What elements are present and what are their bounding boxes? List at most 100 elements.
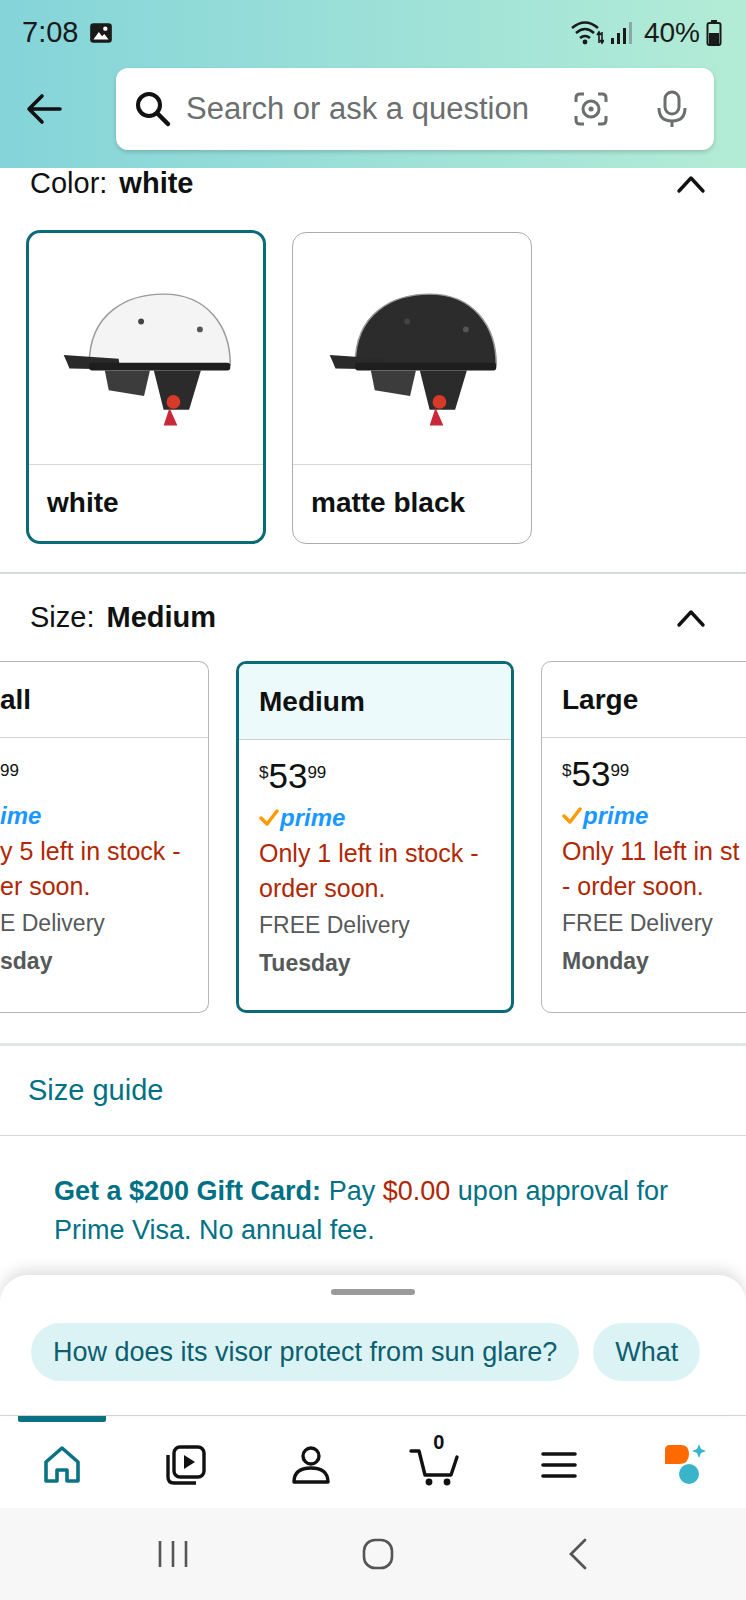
status-bar: 7:08 40% (0, 0, 746, 66)
nav-item[interactable]: 0 (373, 1416, 497, 1508)
size-option-header: Large (542, 662, 746, 738)
status-right: 40% (570, 12, 722, 54)
color-option-label: white (29, 465, 263, 541)
size-option-body: 99 imey 5 left in stock -er soon.E Delive… (0, 738, 208, 1000)
menu-icon[interactable] (539, 1445, 579, 1485)
prime-badge: prime (562, 798, 746, 834)
search-row (0, 66, 746, 150)
nav-item[interactable] (497, 1416, 621, 1508)
color-option-name: white (47, 482, 119, 524)
delivery-note: E Delivery (0, 904, 196, 942)
color-option[interactable]: matte black (292, 232, 532, 544)
color-label: Color:white (30, 168, 193, 206)
size-option-name: Large (562, 679, 638, 721)
helmet-image (293, 233, 531, 465)
back-arrow-icon[interactable] (24, 89, 64, 129)
color-option-label: matte black (293, 465, 531, 541)
promo-amount: $0.00 (383, 1176, 451, 1206)
nav-item[interactable] (124, 1416, 248, 1508)
price: 99 (0, 754, 196, 798)
size-selected-value: Medium (106, 596, 216, 640)
search-input[interactable] (186, 86, 552, 133)
microphone-icon[interactable] (652, 89, 692, 129)
nav-item[interactable] (0, 1416, 124, 1508)
size-option-body: $5399primeOnly 11 left in st- order soon… (542, 738, 746, 1000)
promo-pre: Pay (329, 1176, 376, 1206)
delivery-day: Tuesday (259, 944, 491, 982)
account-icon[interactable] (289, 1443, 333, 1487)
stock-note: Only 1 left in stock - (259, 836, 491, 871)
prime-text: prime (583, 798, 648, 834)
color-option-name: matte black (311, 482, 465, 524)
price-fraction: 99 (610, 758, 629, 784)
sheet-handle[interactable] (331, 1289, 415, 1295)
nav-indicator (515, 1416, 603, 1422)
color-selected-value: white (119, 168, 193, 206)
size-option[interactable]: Medium$5399primeOnly 1 left in stock -or… (236, 661, 514, 1013)
chevron-icon[interactable] (676, 608, 706, 628)
chevron-icon[interactable] (676, 174, 706, 194)
price-fraction: 99 (0, 758, 19, 784)
size-guide-row: Size guide (0, 1046, 746, 1136)
nav-item[interactable] (622, 1416, 746, 1508)
size-label-text: Size: (30, 596, 94, 640)
delivery-note: FREE Delivery (259, 906, 491, 944)
cart-count: 0 (433, 1432, 444, 1452)
suggestion-chip[interactable]: What (593, 1323, 700, 1381)
promo[interactable]: Get a $200 Gift Card:Pay$0.00upon approv… (0, 1136, 746, 1250)
size-option-body: $5399primeOnly 1 left in stock -order so… (239, 740, 511, 1002)
home-button-icon[interactable] (361, 1537, 395, 1571)
status-time: 7:08 (22, 11, 78, 55)
nav-item[interactable] (249, 1416, 373, 1508)
size-header: Size:Medium (0, 602, 746, 634)
system-nav-bar (0, 1508, 746, 1600)
check-icon (562, 807, 582, 825)
nav-indicator (142, 1416, 230, 1422)
nav-icon-wrap (661, 1422, 707, 1508)
check-icon (259, 809, 279, 827)
wifi-icon (570, 19, 604, 47)
home-icon[interactable] (40, 1443, 84, 1487)
price: $5399 (259, 756, 491, 800)
size-label: Size: Medium (30, 596, 216, 640)
recent-apps-icon[interactable] (156, 1539, 190, 1569)
battery-icon (706, 19, 722, 47)
promo-title: Get a $200 Gift Card: (54, 1176, 321, 1206)
product-options: Color:whitewhitematte blackSize:Mediumal… (0, 168, 746, 1275)
size-option[interactable]: all 99 imey 5 left in stock -er soon.E Del… (0, 661, 209, 1013)
signal-icon (610, 20, 634, 46)
nav-indicator (267, 1416, 355, 1422)
nav-indicator (640, 1416, 728, 1422)
prime-badge: ime (0, 798, 196, 834)
nav-icon-wrap (289, 1422, 333, 1508)
stock-note: er soon. (0, 869, 196, 904)
divider (0, 572, 746, 574)
stock-note: y 5 left in stock - (0, 834, 196, 869)
assistant-icon[interactable] (661, 1442, 707, 1488)
prime-badge: prime (259, 800, 491, 836)
status-left: 7:08 (22, 11, 114, 55)
delivery-day: sday (0, 942, 196, 980)
size-option[interactable]: Large$5399primeOnly 11 left in st- order… (541, 661, 746, 1013)
nav-icon-wrap: 0 (409, 1422, 461, 1508)
size-option-name: Medium (259, 681, 365, 723)
color-header: Color:white (0, 168, 746, 200)
size-option-header: all (0, 662, 208, 738)
stock-note: - order soon. (562, 869, 746, 904)
camera-icon[interactable] (572, 90, 610, 128)
helmet-image (29, 233, 263, 465)
search-box[interactable] (116, 68, 714, 150)
video-icon[interactable] (164, 1443, 208, 1487)
suggestion-chip[interactable]: How does its visor protect from sun glar… (31, 1323, 579, 1381)
nav-icon-wrap (40, 1422, 84, 1508)
price-whole: 53 (571, 754, 610, 794)
price-symbol: $ (259, 760, 268, 786)
size-guide-link[interactable]: Size guide (28, 1069, 163, 1113)
price-fraction: 99 (307, 760, 326, 786)
price: $5399 (562, 754, 746, 798)
system-back-icon[interactable] (566, 1537, 590, 1571)
search-icon (134, 90, 172, 128)
nav-icon-wrap (539, 1422, 579, 1508)
size-option-name: all (0, 679, 31, 721)
color-option[interactable]: white (26, 230, 266, 544)
